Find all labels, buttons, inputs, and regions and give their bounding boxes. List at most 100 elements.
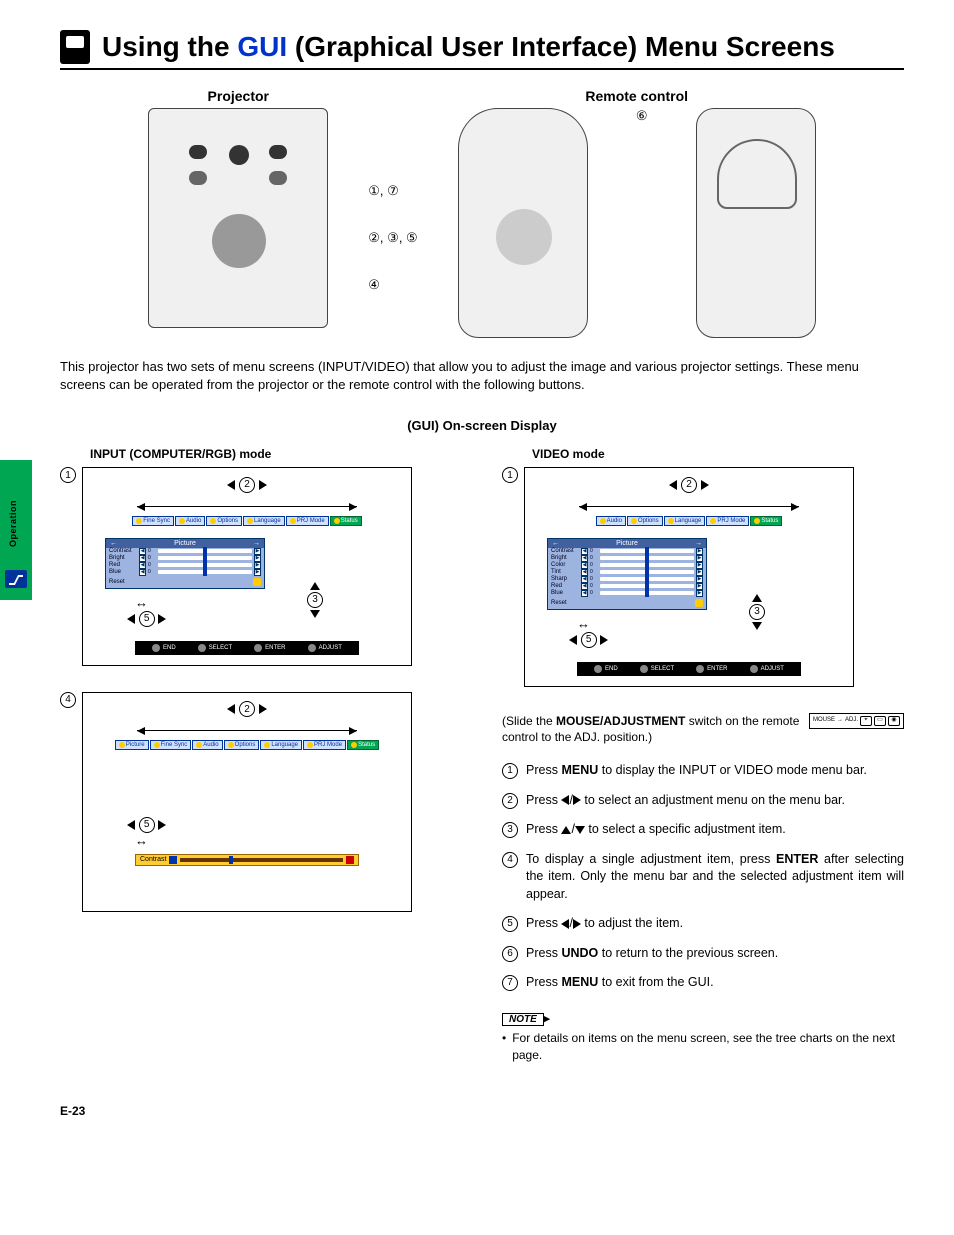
vert-arrow-group: 3: [307, 582, 323, 618]
tab-language: Language: [243, 516, 285, 526]
step-marker-3: 3: [307, 592, 323, 608]
vert-arrow-group: 3: [749, 594, 765, 630]
minus-button-icon: [269, 171, 287, 185]
step-1: 1Press MENU to display the INPUT or VIDE…: [502, 762, 904, 780]
page-title-row: Using the GUI (Graphical User Interface)…: [60, 30, 904, 70]
double-arrow-icon: ↔: [135, 595, 399, 610]
callout-4: ④: [368, 277, 417, 293]
tab-audio: Audio: [192, 740, 222, 750]
menubar-input: Fine SyncAudioOptionsLanguagePRJ ModeSta…: [95, 516, 399, 526]
projector-callouts: ①, ⑦ ②, ③, ⑤ ④: [368, 88, 417, 338]
mute-button-icon: [229, 145, 249, 165]
gui-section-title: (GUI) On-screen Display: [60, 418, 904, 433]
tab-language: Language: [260, 740, 302, 750]
step-marker-1: 1: [60, 467, 76, 483]
panel-row-reset: Reset: [548, 597, 706, 609]
tab-language: Language: [664, 516, 706, 526]
input-screen-4: 4 2 PictureFine SyncAudioOptionsLanguage…: [60, 692, 462, 912]
on-button-icon: [189, 145, 207, 159]
remote-front-box: [458, 108, 588, 338]
tab-fine-sync: Fine Sync: [150, 740, 192, 750]
input-mode-column: INPUT (COMPUTER/RGB) mode 1 2 Fine SyncA…: [60, 447, 462, 1063]
step-marker-5b: 5: [139, 817, 155, 833]
remote-label: Remote control: [458, 88, 816, 104]
remote-back-box: [696, 108, 816, 338]
picture-panel-video: ←Picture→ Contrast◀0▶Bright◀0▶Color◀0▶Ti…: [547, 538, 707, 610]
hint-strip: END SELECT ENTER ADJUST: [577, 662, 801, 676]
panel-row-bright: Bright◀0▶: [548, 555, 706, 562]
single-adjust-item: Contrast: [135, 854, 359, 866]
panel-row-color: Color◀0▶: [548, 562, 706, 569]
tab-fine-sync: Fine Sync: [132, 516, 174, 526]
double-arrow-icon: ↔: [577, 616, 841, 631]
step-2: 2Press / to select an adjustment menu on…: [502, 792, 904, 810]
remote-callout-6: ⑥: [612, 108, 672, 124]
step-4: 4To display a single adjustment item, pr…: [502, 851, 904, 904]
tab-options: Options: [224, 740, 260, 750]
hint-strip: END SELECT ENTER ADJUST: [135, 641, 359, 655]
panel-row-sharp: Sharp◀0▶: [548, 576, 706, 583]
horiz-arrow-icon: [579, 506, 799, 507]
projector-label: Projector: [148, 88, 328, 104]
step-marker-5v: 5: [581, 632, 597, 648]
tab-prj-mode: PRJ Mode: [286, 516, 329, 526]
panel-row-tint: Tint◀0▶: [548, 569, 706, 576]
step-marker-1v: 1: [502, 467, 518, 483]
remote-dpad-icon: [496, 209, 552, 265]
panel-row-blue: Blue◀0▶: [548, 590, 706, 597]
panel-row-bright: Bright◀0▶: [106, 555, 264, 562]
step-5: 5Press / to adjust the item.: [502, 915, 904, 933]
tab-picture: Picture: [115, 740, 149, 750]
tab-status: Status: [347, 740, 379, 750]
projector-diagram: Projector: [148, 88, 328, 338]
step-marker-2: 2: [239, 477, 255, 493]
video-screen-1: 1 2 AudioOptionsLanguagePRJ ModeStatus ←…: [502, 467, 904, 686]
panel-row-red: Red◀0▶: [548, 583, 706, 590]
steps-list: 1Press MENU to display the INPUT or VIDE…: [502, 762, 904, 992]
remote-back-pad-icon: [717, 139, 797, 209]
note-text: For details on items on the menu screen,…: [512, 1030, 904, 1064]
tab-prj-mode: PRJ Mode: [706, 516, 749, 526]
tab-audio: Audio: [596, 516, 626, 526]
intro-text: This projector has two sets of menu scre…: [60, 358, 904, 394]
plus-button-icon: [269, 145, 287, 159]
tab-status: Status: [750, 516, 782, 526]
remote-diagram: Remote control ⑥: [458, 88, 816, 338]
note-label: NOTE: [502, 1013, 544, 1026]
mouse-adj-switch-icon: MOUSE→ADJ. ⌖▭◉: [809, 713, 904, 729]
input-screen-1: 1 2 Fine SyncAudioOptionsLanguagePRJ Mod…: [60, 467, 462, 665]
horiz-arrow-icon: [137, 506, 357, 507]
step-marker-4: 4: [60, 692, 76, 708]
horiz-arrow-icon: [137, 730, 357, 731]
off-button-icon: [189, 171, 207, 185]
page-number: E-23: [60, 1104, 904, 1118]
tab-options: Options: [206, 516, 242, 526]
tab-audio: Audio: [175, 516, 205, 526]
menubar-input-full: PictureFine SyncAudioOptionsLanguagePRJ …: [95, 740, 399, 750]
device-diagrams: Projector ①, ⑦ ②, ③, ⑤ ④ Remote control …: [60, 88, 904, 338]
page-title: Using the GUI (Graphical User Interface)…: [102, 31, 835, 63]
step-marker-2v: 2: [681, 477, 697, 493]
note-section: NOTE▸ •For details on items on the menu …: [502, 1010, 904, 1064]
panel-row-red: Red◀0▶: [106, 562, 264, 569]
picture-panel-input: ←Picture→ Contrast◀0▶Bright◀0▶Red◀0▶Blue…: [105, 538, 265, 589]
step-6: 6Press UNDO to return to the previous sc…: [502, 945, 904, 963]
tab-options: Options: [627, 516, 663, 526]
step-7: 7Press MENU to exit from the GUI.: [502, 974, 904, 992]
step-marker-2b: 2: [239, 701, 255, 717]
video-mode-label: VIDEO mode: [532, 447, 904, 461]
step-3: 3Press / to select a specific adjustment…: [502, 821, 904, 839]
tab-status: Status: [330, 516, 362, 526]
input-mode-label: INPUT (COMPUTER/RGB) mode: [90, 447, 462, 461]
video-mode-column: VIDEO mode 1 2 AudioOptionsLanguagePRJ M…: [502, 447, 904, 1063]
tab-prj-mode: PRJ Mode: [303, 740, 346, 750]
step-marker-3v: 3: [749, 604, 765, 620]
projector-box: [148, 108, 328, 328]
panel-row-contrast: Contrast◀0▶: [106, 548, 264, 555]
double-arrow-icon: ↔: [135, 833, 399, 848]
callout-2-3-5: ②, ③, ⑤: [368, 230, 417, 246]
panel-row-contrast: Contrast◀0▶: [548, 548, 706, 555]
step-marker-5: 5: [139, 611, 155, 627]
menubar-video: AudioOptionsLanguagePRJ ModeStatus: [537, 516, 841, 526]
dpad-icon: [212, 214, 266, 268]
